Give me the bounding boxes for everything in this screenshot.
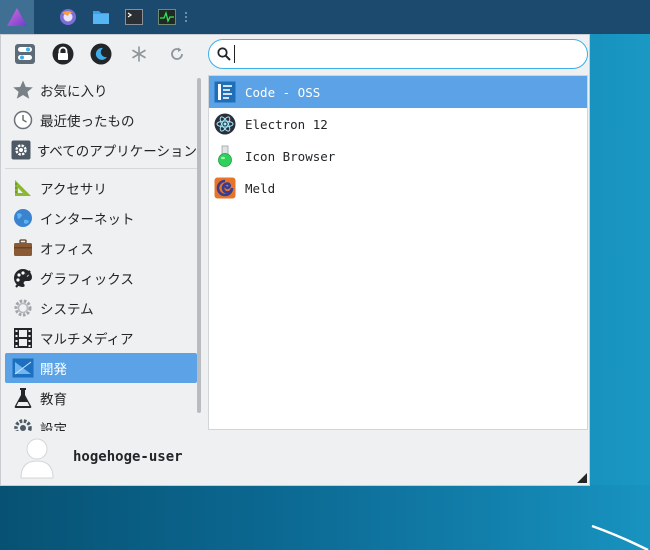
category-all-applications[interactable]: すべてのアプリケーション [5, 135, 197, 165]
clock-icon [11, 108, 35, 132]
search-box[interactable] [208, 39, 588, 69]
quick-actions-bar [9, 39, 193, 69]
category-label: お気に入り [40, 84, 108, 100]
category-label: システム [40, 302, 94, 318]
wallpaper-swoosh [591, 524, 649, 550]
category-settings[interactable]: 設定 [5, 413, 197, 431]
desktop-wallpaper [0, 485, 650, 550]
hibernate-icon [132, 46, 146, 62]
code-oss-icon [214, 81, 236, 103]
firefox-icon [59, 9, 76, 25]
search-icon [217, 47, 231, 61]
category-graphics[interactable]: グラフィックス [5, 263, 197, 293]
category-label: オフィス [40, 242, 94, 258]
category-development[interactable]: 開発 [5, 353, 197, 383]
panel-launcher-system-monitor[interactable] [150, 0, 183, 34]
development-icon [11, 356, 35, 380]
suspend-button[interactable] [85, 39, 117, 69]
category-label: 開発 [40, 362, 67, 378]
meld-icon [214, 177, 236, 199]
lock-icon [52, 43, 74, 65]
hibernate-button[interactable] [123, 39, 155, 69]
category-label: マルチメディア [40, 332, 134, 348]
settings-icon [11, 416, 35, 431]
panel-launcher-firefox[interactable] [51, 0, 84, 34]
category-scrollbar[interactable] [197, 78, 201, 413]
category-label: 設定 [40, 422, 67, 431]
app-item-meld[interactable]: Meld [209, 172, 587, 204]
app-label: Icon Browser [245, 148, 336, 164]
accessories-icon [11, 176, 35, 200]
panel-launcher-files[interactable] [84, 0, 117, 34]
category-label: 最近使ったもの [40, 114, 135, 130]
category-accessories[interactable]: アクセサリ [5, 173, 197, 203]
restart-button[interactable] [161, 39, 193, 69]
app-label: Meld [245, 180, 276, 196]
app-menu-logo-icon [7, 8, 27, 26]
panel-separator-handle[interactable] [183, 10, 189, 24]
category-label: 教育 [40, 392, 67, 408]
category-label: すべてのアプリケーション [36, 144, 197, 160]
settings-manager-button[interactable] [9, 39, 41, 69]
top-panel [0, 0, 650, 34]
restart-icon [171, 47, 183, 60]
system-icon [11, 296, 35, 320]
category-system[interactable]: システム [5, 293, 197, 323]
multimedia-icon [11, 326, 35, 350]
category-separator [5, 168, 197, 169]
whisker-menu-button[interactable] [0, 0, 34, 34]
electron-icon [214, 113, 236, 135]
text-cursor [234, 45, 235, 63]
resize-grip-icon[interactable] [577, 473, 587, 483]
app-item-code-oss[interactable]: Code - OSS [209, 76, 587, 108]
category-label: グラフィックス [40, 272, 134, 288]
app-item-electron[interactable]: Electron 12 [209, 108, 587, 140]
all-apps-gear-icon [11, 138, 32, 162]
icon-browser-icon [214, 145, 236, 167]
category-office[interactable]: オフィス [5, 233, 197, 263]
office-icon [11, 236, 35, 260]
system-monitor-icon [157, 9, 176, 25]
application-list: Code - OSS Electron 12 Icon Browser Meld [208, 75, 588, 430]
app-item-icon-browser[interactable]: Icon Browser [209, 140, 587, 172]
whisker-menu: お気に入り 最近使ったもの すべてのアプリケーション アクセサリ インターネット… [0, 34, 590, 486]
settings-toggle-icon [15, 44, 35, 64]
internet-icon [11, 206, 35, 230]
category-list: お気に入り 最近使ったもの すべてのアプリケーション アクセサリ インターネット… [5, 75, 197, 431]
avatar [20, 438, 54, 479]
category-recent[interactable]: 最近使ったもの [5, 105, 197, 135]
category-education[interactable]: 教育 [5, 383, 197, 413]
lock-screen-button[interactable] [47, 39, 79, 69]
terminal-icon [124, 9, 143, 25]
category-internet[interactable]: インターネット [5, 203, 197, 233]
suspend-icon [90, 43, 112, 65]
star-icon [11, 78, 35, 102]
category-label: アクセサリ [40, 182, 107, 198]
folder-icon [92, 11, 109, 24]
category-label: インターネット [40, 212, 135, 228]
panel-launcher-terminal[interactable] [117, 0, 150, 34]
search-input[interactable] [239, 42, 587, 66]
education-icon [11, 386, 35, 410]
username: hogehoge-user [73, 449, 183, 465]
category-multimedia[interactable]: マルチメディア [5, 323, 197, 353]
graphics-icon [11, 266, 35, 290]
app-label: Code - OSS [245, 84, 321, 100]
user-info: hogehoge-user [19, 435, 183, 479]
app-label: Electron 12 [245, 116, 328, 132]
category-favorites[interactable]: お気に入り [5, 75, 197, 105]
